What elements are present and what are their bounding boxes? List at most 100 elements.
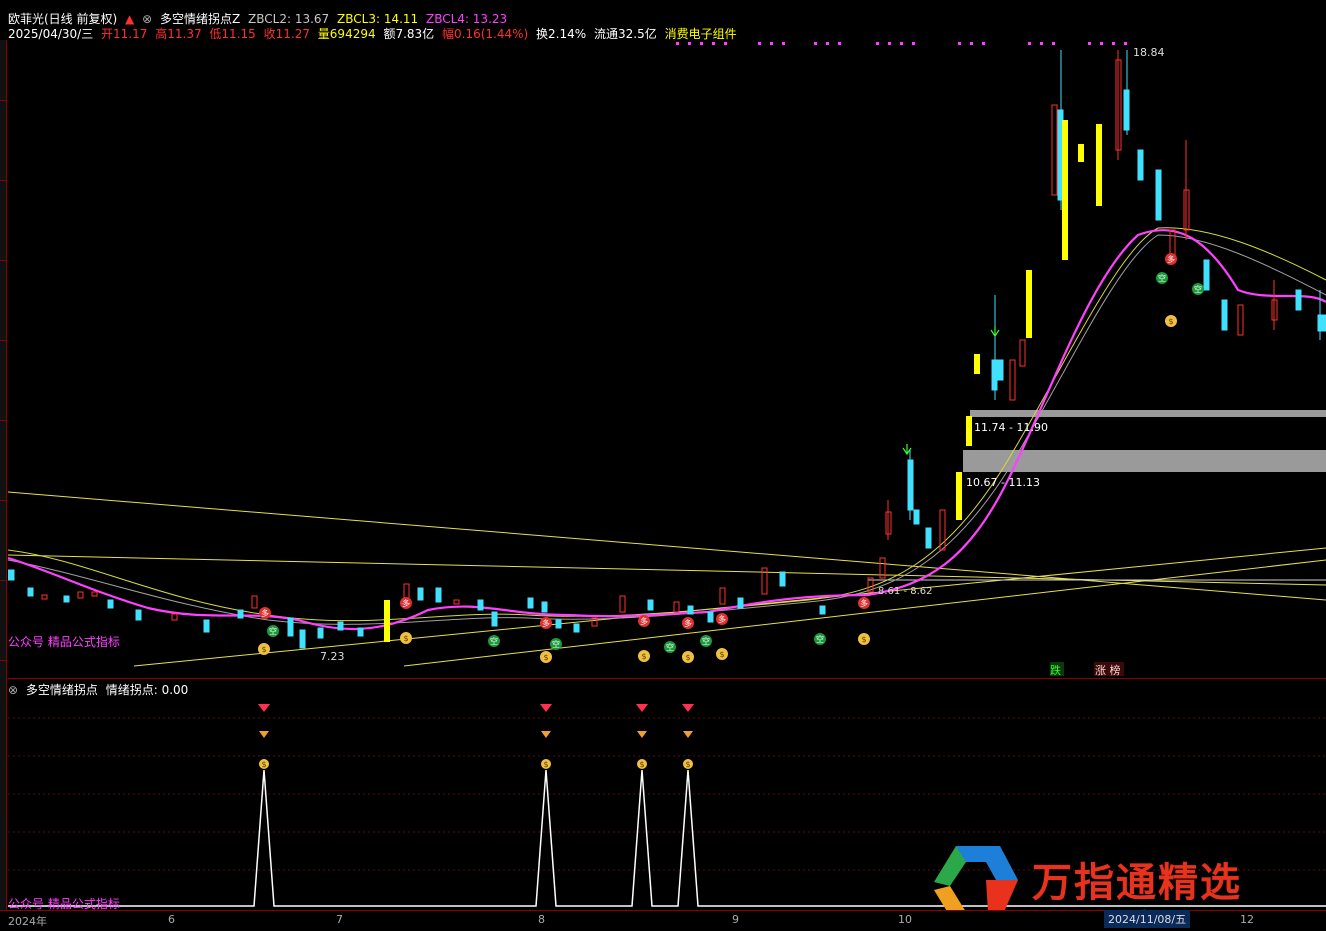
zbcl2-value: ZBCL2: 13.67 [248, 12, 330, 26]
peak-markers: $ $ $ $ [258, 704, 694, 769]
arrow-up-icon: ▲ [125, 12, 135, 26]
ma-lines [8, 227, 1326, 625]
range-label-1: 11.74 - 11.90 [974, 421, 1048, 434]
svg-text:$: $ [639, 760, 644, 769]
axis-label: 9 [732, 913, 739, 926]
sell-badge-icon[interactable]: 多 [1165, 253, 1177, 265]
money-bag-icon[interactable]: $ [1165, 315, 1177, 327]
empty-badge-icon[interactable]: 空 [814, 633, 826, 645]
low-price-label: 7.23 [320, 650, 345, 663]
svg-text:空: 空 [702, 636, 710, 646]
empty-badge-icon[interactable]: 空 [550, 638, 562, 650]
main-watermark-label: 公众号 精品公式指标 [8, 634, 120, 649]
money-bag-icon[interactable]: $ [858, 633, 870, 645]
sell-badge-icon[interactable]: 多 [540, 617, 552, 629]
fall-badge[interactable]: 跌 [1050, 662, 1064, 677]
current-date-chip: 2024/11/08/五 [1104, 910, 1191, 928]
svg-text:$: $ [719, 650, 724, 659]
money-bag-icon[interactable]: $ [540, 651, 552, 663]
money-bag-icon[interactable]: $ [716, 648, 728, 660]
sell-badge-icon[interactable]: 多 [858, 597, 870, 609]
quote-high: 高11.37 [155, 27, 202, 41]
svg-text:空: 空 [552, 639, 560, 649]
quote-turnover: 换2.14% [536, 27, 587, 41]
svg-text:$: $ [261, 760, 266, 769]
svg-text:多: 多 [860, 598, 868, 608]
left-side-scrollbar[interactable] [0, 40, 7, 910]
quote-date: 2025/04/30/三 [8, 27, 94, 41]
range-label-3: 8.61 - 8.62 [878, 586, 933, 597]
svg-text:多: 多 [684, 618, 692, 628]
quote-amount: 额7.83亿 [383, 27, 435, 41]
indicator-name[interactable]: 多空情绪拐点Z [160, 12, 240, 26]
quote-float: 流通32.5亿 [594, 27, 657, 41]
sell-badge-icon[interactable]: 多 [716, 613, 728, 625]
empty-badge-icon[interactable]: 空 [700, 635, 712, 647]
svg-text:多: 多 [640, 616, 648, 626]
svg-text:$: $ [861, 635, 866, 644]
svg-text:空: 空 [666, 642, 674, 652]
svg-text:$: $ [543, 653, 548, 662]
price-chart[interactable]: 多 多 多 多 多 多 多 多 空 空 空 空 空 空 空 空 $ $ $ $ … [8, 40, 1326, 678]
svg-text:多: 多 [542, 618, 550, 628]
empty-badge-icon[interactable]: 空 [267, 625, 279, 637]
sell-badge-icon[interactable]: 多 [259, 607, 271, 619]
limit-up-badge[interactable]: 涨 榜 [1094, 662, 1124, 677]
empty-badge-icon[interactable]: 空 [1192, 283, 1204, 295]
panel-divider[interactable] [8, 678, 1326, 679]
quote-low: 低11.15 [209, 27, 256, 41]
axis-label: 2024年 [8, 915, 47, 928]
quote-open: 开11.17 [101, 27, 148, 41]
settings-icon[interactable]: ⊗ [142, 12, 152, 26]
svg-text:空: 空 [269, 626, 277, 636]
axis-label: 7 [336, 913, 343, 926]
svg-text:$: $ [403, 634, 408, 643]
stock-name[interactable]: 欧菲光(日线 前复权) [8, 12, 117, 26]
sub-watermark-label: 公众号 精品公式指标 [8, 896, 120, 910]
svg-text:空: 空 [490, 636, 498, 646]
trend-lines [8, 491, 1326, 667]
svg-text:$: $ [685, 653, 690, 662]
dashed-gridlines [8, 717, 1326, 871]
zbcl3-value: ZBCL3: 14.11 [337, 12, 419, 26]
svg-text:多: 多 [402, 598, 410, 608]
svg-text:多: 多 [1167, 254, 1175, 264]
svg-text:涨 榜: 涨 榜 [1095, 663, 1121, 677]
arrow-down-icon [902, 326, 1000, 456]
empty-badge-icon[interactable]: 空 [488, 635, 500, 647]
candles [8, 50, 1326, 649]
ma-magenta-line [8, 229, 1326, 631]
signal-dots [676, 42, 1127, 45]
sell-badge-icon[interactable]: 多 [682, 617, 694, 629]
svg-text:$: $ [641, 652, 646, 661]
money-bag-icon[interactable]: $ [400, 632, 412, 644]
svg-text:多: 多 [261, 608, 269, 618]
svg-text:$: $ [685, 760, 690, 769]
axis-label: 10 [898, 913, 912, 926]
empty-badge-icon[interactable]: 空 [1156, 272, 1168, 284]
axis-label: 12 [1240, 913, 1254, 926]
brand-name: 万指通精选 [1032, 860, 1242, 906]
quote-close: 收11.27 [263, 27, 310, 41]
svg-text:$: $ [1168, 317, 1173, 326]
money-bag-icon[interactable]: $ [258, 643, 270, 655]
quote-sector[interactable]: 消费电子组件 [665, 27, 737, 41]
money-bag-icon[interactable]: $ [638, 650, 650, 662]
top-period-toolbar[interactable] [0, 0, 1326, 8]
sell-badge-icon[interactable]: 多 [400, 597, 412, 609]
svg-text:$: $ [261, 645, 266, 654]
money-bag-icon[interactable]: $ [682, 651, 694, 663]
axis-label: 6 [168, 913, 175, 926]
svg-text:多: 多 [718, 614, 726, 624]
sell-badge-icon[interactable]: 多 [638, 615, 650, 627]
zbcl4-value: ZBCL4: 13.23 [426, 12, 508, 26]
range-label-2: 10.67 - 11.13 [966, 476, 1040, 489]
empty-badge-icon[interactable]: 空 [664, 641, 676, 653]
quote-volume: 量694294 [317, 27, 376, 41]
svg-text:空: 空 [1158, 273, 1166, 283]
quote-change: 幅0.16(1.44%) [442, 27, 529, 41]
resistance-band-1 [970, 410, 1326, 417]
svg-text:空: 空 [816, 634, 824, 644]
svg-text:$: $ [543, 760, 548, 769]
svg-text:跌: 跌 [1050, 663, 1061, 677]
